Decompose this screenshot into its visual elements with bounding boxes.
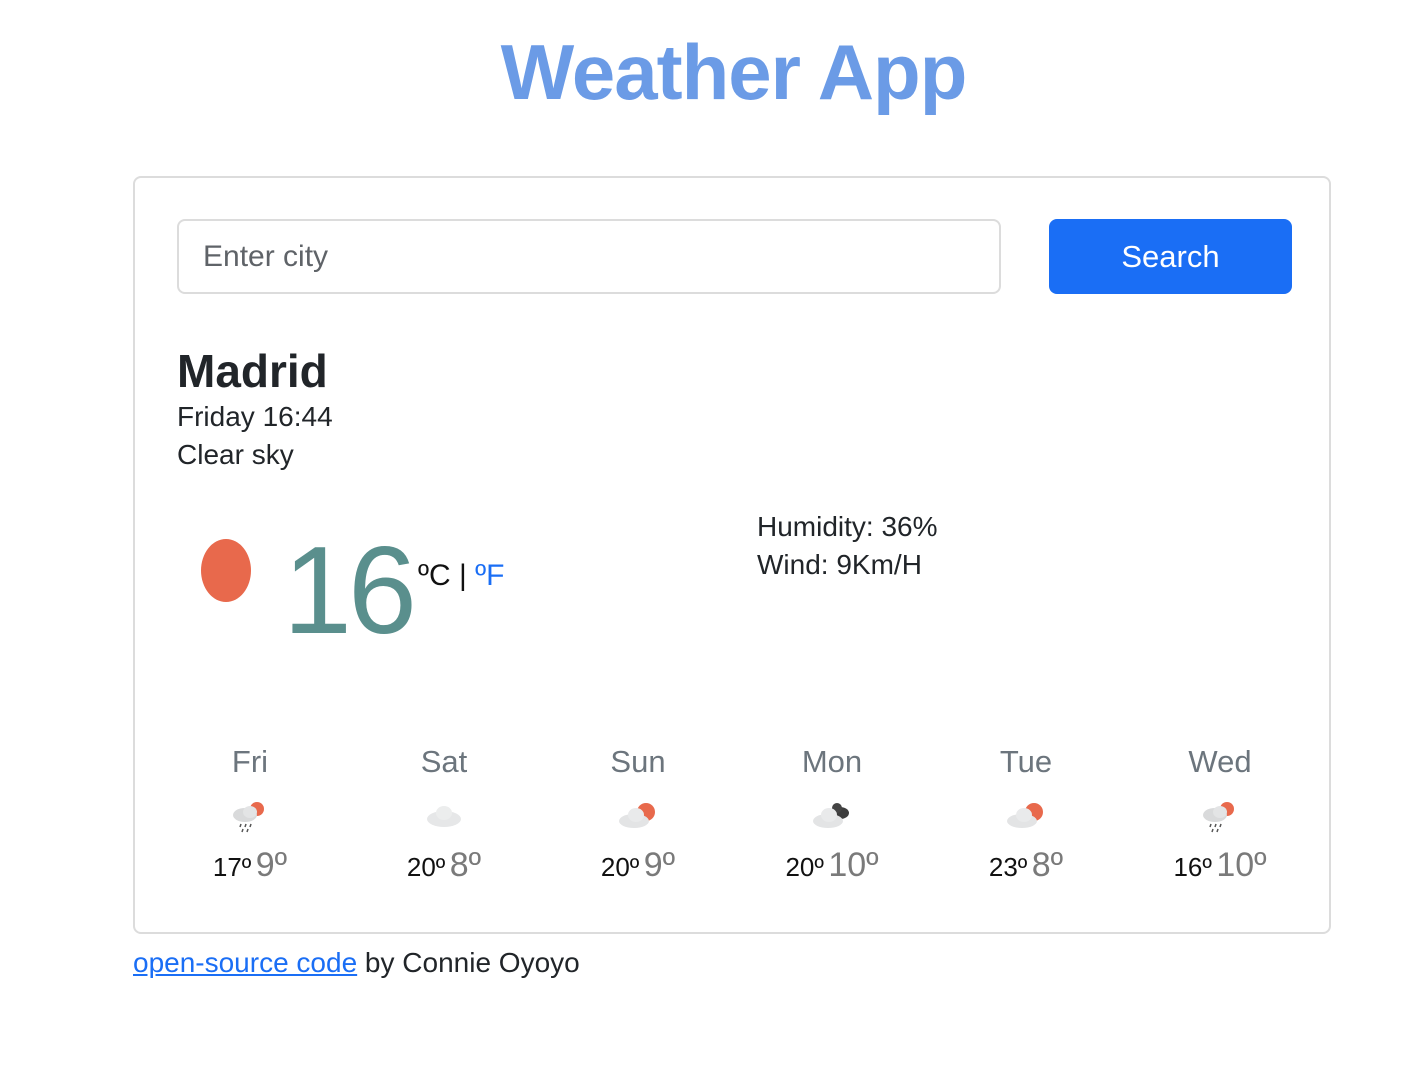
forecast-min: 8º xyxy=(449,846,482,884)
forecast-day: Sat 20º 8º xyxy=(347,743,541,892)
current-temperature: 16 xyxy=(283,522,417,660)
cloud-sun-icon xyxy=(619,803,655,828)
forecast-day-name: Mon xyxy=(801,744,863,779)
forecast-day-name: Fri xyxy=(231,744,269,779)
wind: Wind: 9Km/H xyxy=(757,549,922,580)
forecast: Fri 17º 9º Sat 20º 8º Sun 20º 9º Mon 20º… xyxy=(153,743,1317,892)
cloud-sun-icon xyxy=(1007,803,1043,828)
forecast-temps: 20º 10º xyxy=(735,845,929,892)
city-name: Madrid xyxy=(177,345,328,397)
dark-cloud-icon xyxy=(813,803,849,828)
current-datetime: Friday 16:44 xyxy=(177,401,333,432)
weather-description: Clear sky xyxy=(177,439,294,470)
forecast-max: 20º xyxy=(785,852,824,882)
forecast-max: 16º xyxy=(1173,852,1212,882)
author-credit: by Connie Oyoyo xyxy=(357,947,580,978)
humidity: Humidity: 36% xyxy=(757,511,938,542)
weather-details: Humidity: 36% Wind: 9Km/H xyxy=(757,508,938,584)
source-code-link[interactable]: open-source code xyxy=(133,947,357,978)
forecast-min: 9º xyxy=(643,846,676,884)
forecast-max: 20º xyxy=(600,852,640,882)
forecast-day: Tue 23º 8º xyxy=(929,743,1123,892)
forecast-day-name: Sun xyxy=(610,744,666,779)
city-search-input[interactable] xyxy=(177,219,1001,294)
unit-toggle: ºC | ºF xyxy=(418,556,504,596)
rain-cloud-sun-icon xyxy=(1203,802,1234,833)
forecast-temps: 16º 10º xyxy=(1123,845,1317,892)
forecast-min: 8º xyxy=(1031,846,1064,884)
forecast-min: 10º xyxy=(1216,846,1267,884)
forecast-day-name: Wed xyxy=(1188,744,1252,779)
sun-icon xyxy=(201,539,251,602)
cloud-icon xyxy=(427,806,461,827)
forecast-max: 23º xyxy=(988,852,1028,882)
forecast-day-name: Sat xyxy=(420,744,468,779)
forecast-min: 9º xyxy=(255,846,288,884)
forecast-temps: 20º 8º xyxy=(347,845,541,892)
search-button[interactable]: Search xyxy=(1049,219,1292,294)
app-title: Weather App xyxy=(500,28,968,116)
forecast-day: Fri 17º 9º xyxy=(153,743,347,892)
forecast-day: Sun 20º 9º xyxy=(541,743,735,892)
forecast-day-name: Tue xyxy=(999,744,1053,779)
forecast-min: 10º xyxy=(828,846,879,884)
celsius-unit: ºC xyxy=(418,559,451,592)
forecast-temps: 17º 9º xyxy=(153,845,347,892)
footer: open-source code by Connie Oyoyo xyxy=(133,944,580,982)
rain-cloud-sun-icon xyxy=(233,802,264,833)
weather-card: Search Madrid Friday 16:44 Clear sky 16 … xyxy=(133,176,1331,934)
fahrenheit-link[interactable]: ºF xyxy=(475,559,504,592)
forecast-temps: 20º 9º xyxy=(541,845,735,892)
forecast-day: Mon 20º 10º xyxy=(735,743,929,892)
forecast-day: Wed 16º 10º xyxy=(1123,743,1317,892)
forecast-temps: 23º 8º xyxy=(929,845,1123,892)
unit-separator: | xyxy=(458,559,467,592)
forecast-max: 20º xyxy=(406,852,446,882)
forecast-max: 17º xyxy=(212,852,252,882)
